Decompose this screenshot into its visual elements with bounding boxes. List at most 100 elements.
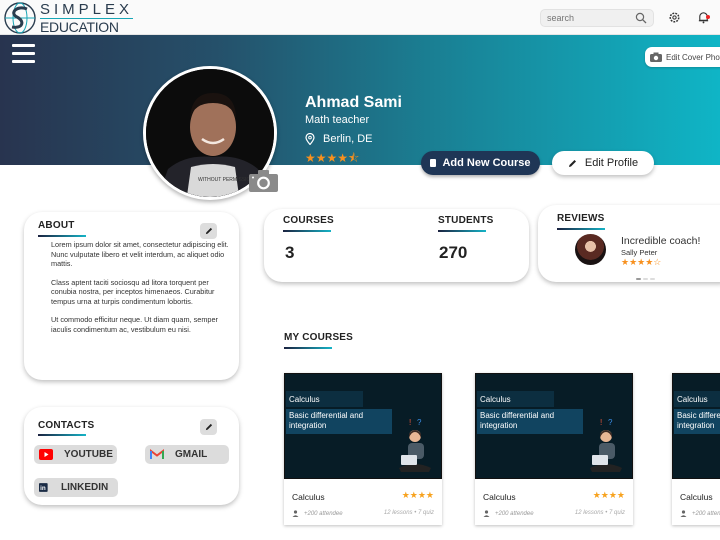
courses-stat-label: COURSES: [283, 215, 334, 226]
edit-profile-label: Edit Profile: [584, 157, 639, 169]
carousel-dot[interactable]: [643, 278, 648, 280]
location-text: Berlin, DE: [323, 133, 373, 145]
youtube-icon: [39, 449, 53, 460]
person-icon: [680, 510, 687, 517]
thumb-subtitle: Basic differential and integration: [286, 409, 392, 434]
attendees-text: +200 attendee: [495, 510, 534, 517]
svg-text:?: ?: [608, 418, 613, 427]
search-input[interactable]: [547, 13, 633, 23]
edit-cover-label: Edit Cover Photo: [666, 52, 720, 62]
course-thumbnail: Calculus Basic differential and integrat…: [672, 373, 720, 479]
course-card[interactable]: Calculus Basic differential and integrat…: [672, 373, 720, 525]
document-icon: [430, 159, 437, 167]
profile-role: Math teacher: [305, 114, 370, 126]
globe-logo-icon: [4, 2, 36, 34]
students-count: 270: [439, 243, 468, 262]
student-laptop-illustration: !?: [590, 418, 622, 472]
reviewer-avatar: [575, 234, 606, 265]
students-stat-label: STUDENTS: [438, 215, 494, 226]
contacts-title: CONTACTS: [38, 420, 95, 431]
carousel-dot[interactable]: [650, 278, 655, 280]
add-new-course-button[interactable]: Add New Course: [421, 151, 540, 175]
edit-cover-photo-button[interactable]: Edit Cover Photo: [645, 47, 720, 67]
course-card[interactable]: Calculus Basic differential and integrat…: [475, 373, 633, 525]
location-pin-icon: [305, 133, 315, 145]
about-paragraph: Ut commodo efficitur neque. Ut diam quam…: [51, 315, 218, 334]
gear-icon[interactable]: [668, 11, 681, 24]
course-name: Calculus: [292, 492, 325, 502]
title-underline: [557, 228, 605, 230]
course-meta: 12 lessons • 7 quiz: [574, 510, 625, 516]
logo[interactable]: SIMPLEX EDUCATION: [3, 1, 134, 35]
profile-rating-stars: ★★★★⯪: [305, 151, 360, 165]
profile-location: Berlin, DE: [305, 133, 373, 145]
attendees-text: +200 attendee: [692, 510, 720, 517]
pencil-icon: [205, 227, 212, 235]
camera-icon: [650, 52, 662, 62]
linkedin-icon: in: [39, 483, 48, 492]
title-underline: [438, 230, 486, 232]
reviews-title: REVIEWS: [557, 213, 605, 224]
about-text: Lorem ipsum dolor sit amet, consectetur …: [51, 240, 233, 343]
course-attendees: +200 attendee: [292, 510, 343, 517]
course-name: Calculus: [680, 492, 713, 502]
title-underline: [284, 347, 332, 349]
hamburger-menu-icon[interactable]: [12, 44, 35, 64]
gmail-icon: [150, 449, 164, 459]
course-attendees: +200 attendee: [680, 510, 720, 517]
contact-youtube[interactable]: YOUTUBE: [34, 445, 117, 464]
contact-linkedin[interactable]: in LINKEDIN: [34, 478, 118, 497]
contact-label: LINKEDIN: [61, 482, 109, 493]
carousel-dot[interactable]: [636, 278, 641, 280]
courses-count: 3: [285, 243, 295, 262]
reviewer-name: Sally Peter: [621, 248, 658, 257]
contacts-card: CONTACTS YOUTUBE GMAIL in LINKEDIN: [24, 407, 239, 505]
edit-profile-button[interactable]: Edit Profile: [552, 151, 654, 175]
about-title: ABOUT: [38, 220, 75, 231]
svg-text:!: !: [409, 418, 411, 427]
edit-contacts-button[interactable]: [200, 419, 217, 435]
course-name: Calculus: [483, 492, 516, 502]
about-paragraph: Class aptent taciti sociosqu ad litora t…: [51, 277, 215, 306]
thumb-subtitle: Basic differential and integration: [477, 409, 583, 434]
edit-about-button[interactable]: [200, 223, 217, 239]
svg-text:WITHOUT PERMISSION: WITHOUT PERMISSION: [198, 177, 254, 183]
person-icon: [483, 510, 490, 517]
about-card: ABOUT Lorem ipsum dolor sit amet, consec…: [24, 212, 239, 380]
thumb-title: Calculus: [674, 391, 720, 407]
course-attendees: +200 attendee: [483, 510, 534, 517]
thumb-title: Calculus: [286, 391, 363, 407]
brand-line2: EDUCATION: [40, 19, 119, 35]
pencil-icon: [568, 159, 576, 167]
person-icon: [292, 510, 299, 517]
svg-text:?: ?: [417, 418, 422, 427]
course-meta: 12 lessons • 7 quiz: [383, 510, 434, 516]
course-thumbnail: Calculus Basic differential and integrat…: [284, 373, 442, 479]
title-underline: [38, 434, 86, 436]
svg-text:in: in: [40, 485, 46, 492]
title-underline: [38, 235, 86, 237]
student-laptop-illustration: !?: [399, 418, 431, 472]
title-underline: [283, 230, 331, 232]
course-stars: ★★★★: [401, 490, 434, 500]
my-courses-title: MY COURSES: [284, 332, 354, 343]
course-stars: ★★★★: [592, 490, 625, 500]
profile-name: Ahmad Sami: [305, 94, 402, 111]
notification-dot: [706, 15, 710, 19]
course-card[interactable]: Calculus Basic differential and integrat…: [284, 373, 442, 525]
contact-label: YOUTUBE: [64, 449, 113, 460]
attendees-text: +200 attendee: [304, 510, 343, 517]
reviews-card: REVIEWS Incredible coach! Sally Peter ★★…: [538, 205, 720, 282]
review-quote: Incredible coach!: [621, 235, 701, 247]
contact-gmail[interactable]: GMAIL: [145, 445, 229, 464]
change-photo-camera-icon[interactable]: [249, 170, 278, 192]
search-box[interactable]: [540, 9, 654, 27]
pencil-icon: [205, 423, 212, 431]
about-paragraph: Lorem ipsum dolor sit amet, consectetur …: [51, 240, 229, 268]
contact-label: GMAIL: [175, 449, 208, 460]
review-carousel-dots[interactable]: [636, 278, 655, 280]
thumb-subtitle: Basic differential and integration: [674, 409, 720, 434]
brand-line1: SIMPLEX: [40, 1, 134, 19]
search-icon[interactable]: [635, 12, 647, 24]
course-thumbnail: Calculus Basic differential and integrat…: [475, 373, 633, 479]
